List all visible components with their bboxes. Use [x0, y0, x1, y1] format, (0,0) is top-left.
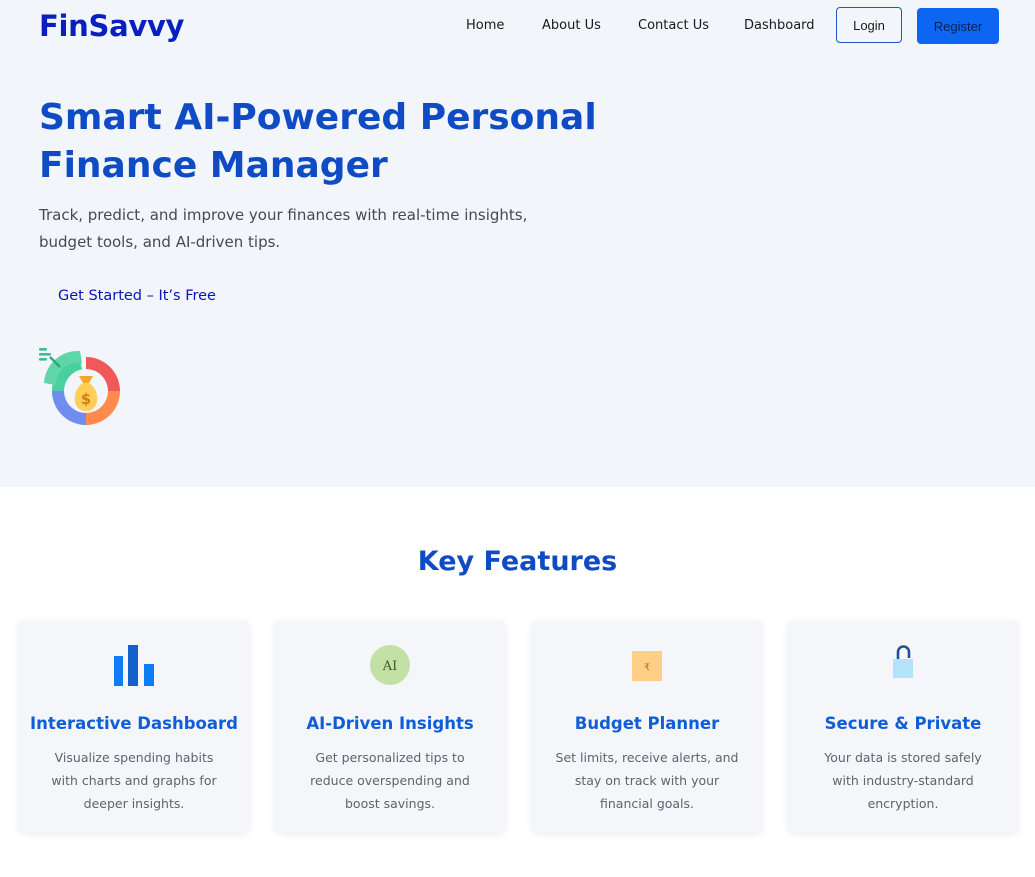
feature-card-description: Set limits, receive alerts, and stay on … — [555, 750, 739, 811]
login-button[interactable]: Login — [836, 7, 902, 43]
ai-badge-label: AI — [382, 659, 398, 674]
hero-subtitle: Track, predict, and improve your finance… — [39, 206, 528, 251]
feature-card-title: AI-Driven Insights — [306, 714, 474, 733]
lock-icon — [788, 642, 1018, 688]
nav-link-dashboard[interactable]: Dashboard — [744, 18, 815, 33]
register-button[interactable]: Register — [917, 8, 999, 44]
navbar: FinSavvy Home About Us Contact Us Dashbo… — [0, 0, 1035, 54]
feature-card-dashboard[interactable]: Interactive Dashboard Visualize spending… — [19, 620, 249, 832]
feature-card-secure-private[interactable]: Secure & Private Your data is stored saf… — [788, 620, 1018, 832]
hero-section: FinSavvy Home About Us Contact Us Dashbo… — [0, 0, 1035, 487]
get-started-link[interactable]: Get Started – It’s Free — [58, 288, 216, 304]
rupee-note-label: ₹ — [644, 663, 650, 673]
features-title: Key Features — [417, 546, 618, 577]
nav-link-home[interactable]: Home — [466, 18, 504, 33]
feature-card-title: Interactive Dashboard — [30, 714, 238, 733]
bar-chart-icon — [19, 642, 249, 688]
nav-link-contact-us[interactable]: Contact Us — [638, 18, 709, 33]
feature-card-title: Secure & Private — [824, 714, 982, 733]
ai-badge-icon: AI — [275, 642, 505, 688]
feature-card-description: Your data is stored safely with industry… — [824, 750, 982, 811]
feature-card-title: Budget Planner — [574, 714, 720, 733]
nav-link-about-us[interactable]: About Us — [542, 18, 601, 33]
feature-card-budget-planner[interactable]: ₹ Budget Planner Set limits, receive ale… — [532, 620, 762, 832]
feature-card-ai-insights[interactable]: AI AI-Driven Insights Get personalized t… — [275, 620, 505, 832]
money-bag-donut-chart-icon: $ — [36, 343, 128, 435]
hero-title: Smart AI-Powered Personal Finance Manage… — [39, 97, 597, 186]
rupee-note-icon: ₹ — [532, 642, 762, 688]
feature-card-description: Visualize spending habits with charts an… — [51, 750, 217, 811]
feature-card-description: Get personalized tips to reduce overspen… — [310, 750, 470, 811]
features-section: Key Features Interactive Dashboard Visua… — [0, 487, 1035, 877]
svg-text:$: $ — [81, 390, 91, 408]
